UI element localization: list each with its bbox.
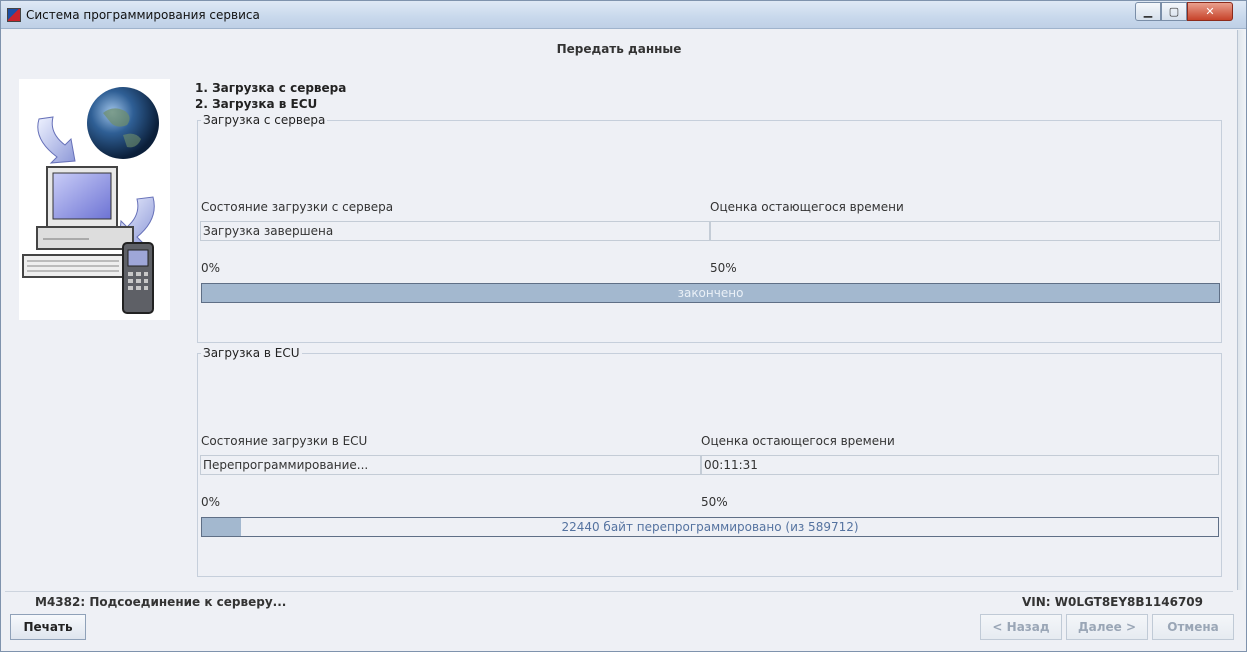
print-button[interactable]: Печать bbox=[10, 614, 86, 640]
ecu-scale-mid: 50% bbox=[701, 495, 728, 509]
vin-label: VIN: W0LGT8EY8B1146709 bbox=[1021, 595, 1203, 609]
server-time-field bbox=[710, 221, 1220, 241]
page-title: Передать данные bbox=[556, 42, 682, 56]
ecu-download-group: Загрузка в ECU Состояние загрузки в ECU … bbox=[197, 346, 1222, 577]
ecu-status-field: Перепрограммирование... bbox=[200, 455, 701, 475]
server-scale-start: 0% bbox=[201, 261, 221, 275]
server-scale-mid: 50% bbox=[710, 261, 737, 275]
server-progress-text: закончено bbox=[677, 286, 744, 300]
step-download-from-server: 1. Загрузка с сервера bbox=[195, 81, 347, 95]
main-window: Система программирования сервиса ▁ ▢ ✕ П… bbox=[0, 0, 1247, 652]
window-title: Система программирования сервиса bbox=[26, 8, 260, 22]
app-icon bbox=[7, 8, 21, 22]
status-bar: M4382: Подсоединение к серверу... VIN: W… bbox=[5, 591, 1233, 611]
status-message: M4382: Подсоединение к серверу... bbox=[35, 595, 287, 609]
ecu-progress-text: 22440 байт перепрограммировано (из 58971… bbox=[561, 520, 859, 534]
next-button[interactable]: Далее > bbox=[1066, 614, 1148, 640]
server-progress-bar: закончено bbox=[201, 283, 1220, 303]
ecu-progress-bar: 22440 байт перепрограммировано (из 58971… bbox=[201, 517, 1219, 537]
server-group-legend: Загрузка с сервера bbox=[203, 113, 326, 127]
close-button[interactable]: ✕ bbox=[1187, 2, 1233, 21]
right-edge-strip bbox=[1237, 30, 1246, 590]
back-button[interactable]: < Назад bbox=[980, 614, 1062, 640]
title-bar[interactable]: Система программирования сервиса ▁ ▢ ✕ bbox=[1, 1, 1246, 29]
computer-globe-icon bbox=[22, 87, 159, 314]
button-row: Печать < Назад Далее > Отмена bbox=[1, 611, 1246, 651]
ecu-time-label: Оценка остающегося времени bbox=[701, 434, 895, 448]
ecu-status-label: Состояние загрузки в ECU bbox=[201, 434, 368, 448]
maximize-button[interactable]: ▢ bbox=[1161, 2, 1187, 21]
server-time-label: Оценка остающегося времени bbox=[710, 200, 904, 214]
transfer-illustration bbox=[19, 79, 170, 320]
ecu-group-legend: Загрузка в ECU bbox=[203, 346, 300, 360]
step-download-to-ecu: 2. Загрузка в ECU bbox=[195, 97, 318, 111]
ecu-time-field: 00:11:31 bbox=[701, 455, 1219, 475]
cancel-button[interactable]: Отмена bbox=[1152, 614, 1234, 640]
wizard-content: Передать данные 1. Загрузка с сервера 2.… bbox=[5, 30, 1233, 590]
ecu-scale-start: 0% bbox=[201, 495, 221, 509]
server-status-label: Состояние загрузки с сервера bbox=[201, 200, 394, 214]
server-download-group: Загрузка с сервера Состояние загрузки с … bbox=[197, 113, 1222, 343]
server-status-field: Загрузка завершена bbox=[200, 221, 710, 241]
minimize-button[interactable]: ▁ bbox=[1135, 2, 1161, 21]
